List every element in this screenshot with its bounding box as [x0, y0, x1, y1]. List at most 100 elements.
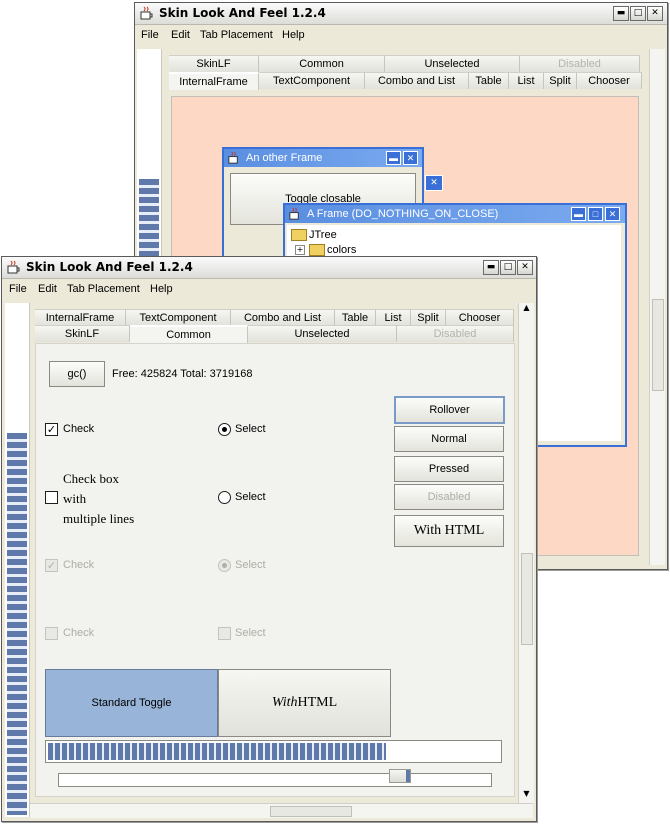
slider-thumb[interactable] — [389, 769, 411, 783]
html-toggle-plain: HTML — [297, 695, 338, 710]
front-tab-list[interactable]: List — [376, 309, 411, 326]
disabled-check-label: Check — [63, 559, 95, 571]
radio-dot — [222, 563, 227, 568]
back-tab-internalframe[interactable]: InternalFrame — [169, 72, 259, 90]
radio-dot — [222, 427, 227, 432]
front-close-button[interactable]: ✕ — [517, 260, 533, 275]
tree-node-label[interactable]: colors — [327, 244, 356, 256]
back-tab-unselected[interactable]: Unselected — [385, 55, 520, 72]
back-tab-split[interactable]: Split — [544, 72, 577, 89]
front-menu-file[interactable]: File — [9, 283, 27, 295]
multiline-label-3: multiple lines — [63, 511, 135, 526]
other-frame-minimize-button[interactable]: ▬ — [386, 151, 401, 165]
select-radio[interactable] — [218, 423, 231, 436]
back-menu-edit[interactable]: Edit — [171, 29, 190, 41]
back-menu-help[interactable]: Help — [282, 29, 305, 41]
memory-status: Free: 425824 Total: 3719168 — [112, 368, 253, 380]
main-frame-minimize-button[interactable]: ▬ — [571, 207, 586, 221]
normal-button[interactable]: Normal — [394, 426, 504, 452]
rollover-button[interactable]: Rollover — [394, 396, 505, 424]
check-label: Check — [63, 423, 95, 435]
main-frame-maximize-button[interactable]: □ — [588, 207, 603, 221]
gc-button[interactable]: gc() — [49, 361, 105, 387]
back-menu-file[interactable]: File — [141, 29, 159, 41]
front-window-title: Skin Look And Feel 1.2.4 — [26, 260, 193, 274]
front-menu-tab-placement[interactable]: Tab Placement — [67, 283, 140, 295]
html-toggle-italic: With — [271, 695, 298, 710]
back-menu-tab-placement[interactable]: Tab Placement — [200, 29, 273, 41]
java-cup-icon — [7, 260, 20, 274]
back-vertical-scrollbar[interactable] — [649, 49, 665, 565]
folder-icon — [309, 244, 325, 256]
front-scroll-thumb[interactable] — [521, 553, 533, 645]
h-scroll-thumb[interactable] — [270, 806, 352, 817]
select-label: Select — [235, 423, 266, 435]
front-tab-unselected[interactable]: Unselected — [248, 325, 397, 342]
front-vertical-scrollbar[interactable]: ▲ ▼ — [518, 303, 534, 803]
back-tab-common[interactable]: Common — [259, 55, 385, 72]
multiline-label-1: Check box — [63, 471, 119, 486]
html-toggle[interactable]: WithHTML — [218, 669, 391, 737]
progress-fill — [48, 743, 386, 760]
back-close-button[interactable]: ✕ — [647, 6, 663, 21]
expand-icon[interactable]: + — [295, 245, 305, 255]
front-titlebar[interactable]: Skin Look And Feel 1.2.4 ▬ □ ✕ — [2, 257, 536, 279]
pressed-button[interactable]: Pressed — [394, 456, 504, 482]
front-tab-chooser[interactable]: Chooser — [446, 309, 514, 326]
front-horizontal-scrollbar[interactable] — [30, 803, 533, 818]
check-checkbox[interactable]: ✓ — [45, 423, 58, 436]
front-left-progress — [7, 433, 27, 815]
standard-toggle[interactable]: Standard Toggle — [45, 669, 218, 737]
java-cup-icon — [140, 6, 153, 20]
progress-bar — [45, 740, 502, 763]
slider-thumb-marker — [406, 770, 410, 782]
front-window: Skin Look And Feel 1.2.4 ▬ □ ✕ File Edit… — [1, 256, 537, 822]
front-tab-internalframe[interactable]: InternalFrame — [35, 309, 126, 326]
front-menu-help[interactable]: Help — [150, 283, 173, 295]
select-radio-2[interactable] — [218, 491, 231, 504]
scroll-up-arrow[interactable]: ▲ — [519, 303, 534, 317]
front-tab-table[interactable]: Table — [335, 309, 376, 326]
front-tab-skinlf[interactable]: SkinLF — [35, 325, 130, 342]
main-frame-close-button[interactable]: ✕ — [605, 207, 620, 221]
front-menubar: File Edit Tab Placement Help — [2, 279, 536, 299]
front-tab-textcomponent[interactable]: TextComponent — [126, 309, 231, 326]
back-tab-combo-list[interactable]: Combo and List — [365, 72, 469, 89]
frame-close-button[interactable]: ✕ — [425, 175, 443, 191]
back-window-title: Skin Look And Feel 1.2.4 — [159, 6, 326, 20]
back-tab-list[interactable]: List — [509, 72, 544, 89]
back-tabs-row2: InternalFrame TextComponent Combo and Li… — [169, 72, 642, 90]
back-scroll-thumb[interactable] — [652, 299, 664, 391]
scroll-down-arrow[interactable]: ▼ — [519, 789, 534, 803]
front-tab-split[interactable]: Split — [411, 309, 446, 326]
front-minimize-button[interactable]: ▬ — [483, 260, 499, 275]
back-titlebar[interactable]: Skin Look And Feel 1.2.4 ▬ □ ✕ — [135, 3, 667, 25]
disabled-check-label-2: Check — [63, 627, 95, 639]
front-tab-common[interactable]: Common — [130, 325, 248, 343]
with-html-button[interactable]: With HTML — [394, 515, 504, 547]
slider-track[interactable] — [58, 769, 492, 787]
multiline-checkbox[interactable] — [45, 491, 58, 504]
back-tabs-row1: SkinLF Common Unselected Disabled — [169, 55, 640, 72]
back-tab-skinlf[interactable]: SkinLF — [169, 55, 259, 72]
java-cup-icon — [228, 151, 238, 164]
tree-root-label[interactable]: JTree — [309, 229, 337, 241]
back-minimize-button[interactable]: ▬ — [613, 6, 629, 21]
disabled-radio — [218, 627, 231, 640]
back-tab-table[interactable]: Table — [469, 72, 509, 89]
back-tab-chooser[interactable]: Chooser — [577, 72, 642, 89]
back-maximize-button[interactable]: □ — [630, 6, 646, 21]
front-menu-edit[interactable]: Edit — [38, 283, 57, 295]
other-frame-title: An other Frame — [246, 152, 323, 164]
back-tab-textcomponent[interactable]: TextComponent — [259, 72, 365, 89]
disabled-button: Disabled — [394, 484, 504, 510]
other-frame-titlebar[interactable]: An other Frame ▬ ✕ — [224, 149, 422, 167]
other-frame-close-button[interactable]: ✕ — [403, 151, 418, 165]
folder-icon — [291, 229, 307, 241]
front-tab-combo-list[interactable]: Combo and List — [231, 309, 335, 326]
front-tabs-row2: SkinLF Common Unselected Disabled — [35, 325, 514, 343]
back-menubar: File Edit Tab Placement Help — [135, 25, 667, 45]
front-maximize-button[interactable]: □ — [500, 260, 516, 275]
main-frame-titlebar[interactable]: A Frame (DO_NOTHING_ON_CLOSE) ▬ □ ✕ — [285, 205, 625, 223]
select-label-2: Select — [235, 491, 266, 503]
